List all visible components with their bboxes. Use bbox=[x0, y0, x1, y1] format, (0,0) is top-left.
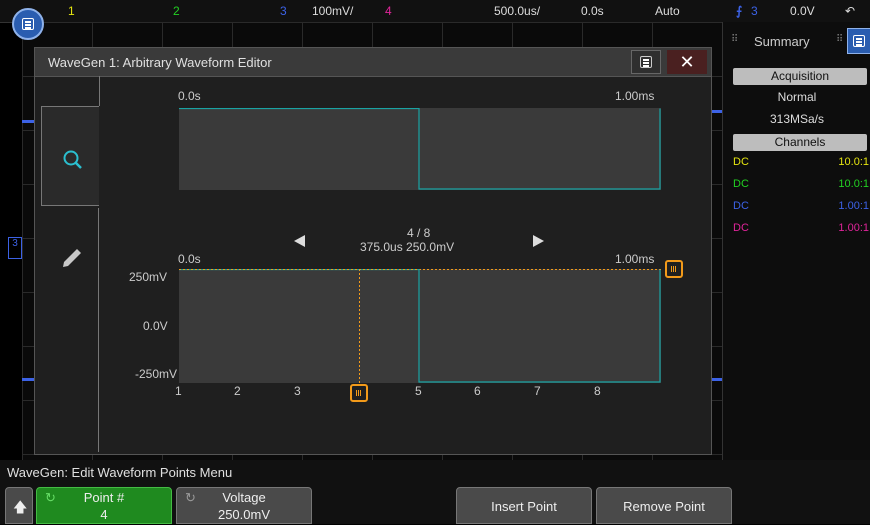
timebase[interactable]: 500.0us/ bbox=[494, 4, 540, 18]
channel-probe: 10.0:1 bbox=[838, 178, 869, 190]
softkey-label: Voltage bbox=[222, 490, 266, 505]
remove-point-button[interactable]: Remove Point bbox=[596, 487, 732, 524]
dialog-menu-button[interactable] bbox=[631, 50, 661, 74]
back-button[interactable]: 🡅 bbox=[5, 487, 33, 524]
dialog-titlebar: WaveGen 1: Arbitrary Waveform Editor ✕ bbox=[35, 48, 711, 77]
trigger-mode[interactable]: Auto bbox=[655, 4, 680, 18]
previous-point-icon[interactable] bbox=[293, 234, 307, 248]
voltage-softkey[interactable]: ↻ Voltage 250.0mV bbox=[176, 487, 312, 524]
point-number-softkey[interactable]: ↻ Point # 4 bbox=[36, 487, 172, 524]
acquisition-header: Acquisition bbox=[733, 68, 867, 85]
menu-icon bbox=[640, 56, 652, 68]
selected-point-handle[interactable] bbox=[350, 384, 368, 402]
overview-x-end: 1.00ms bbox=[615, 89, 655, 103]
grip-icon bbox=[356, 390, 362, 396]
channel-row-2: DC 10.0:1 bbox=[733, 178, 869, 190]
x-tick: 7 bbox=[534, 384, 541, 398]
overview-waveform bbox=[179, 108, 661, 190]
ch1-indicator[interactable]: 1 bbox=[68, 4, 75, 18]
panel-menu-button[interactable] bbox=[847, 28, 870, 54]
menu-title: WaveGen: Edit Waveform Points Menu bbox=[7, 465, 233, 480]
channel-row-3: DC 1.00:1 bbox=[733, 200, 869, 212]
x-tick: 5 bbox=[415, 384, 422, 398]
softkey-label: Point # bbox=[83, 490, 125, 505]
editor-x-start: 0.0s bbox=[178, 252, 201, 266]
editor-waveform bbox=[179, 269, 661, 383]
ch3-trace-left-low bbox=[22, 378, 34, 381]
x-tick: 8 bbox=[594, 384, 601, 398]
acquisition-mode: Normal bbox=[777, 90, 817, 104]
ch3-scale[interactable]: 100mV/ bbox=[312, 4, 353, 18]
softkey-value: 250.0mV bbox=[217, 507, 271, 522]
ch3-indicator[interactable]: 3 bbox=[280, 4, 287, 18]
pencil-icon bbox=[63, 249, 81, 267]
trigger-source[interactable]: 3 bbox=[751, 4, 758, 18]
main-menu-button[interactable] bbox=[12, 8, 44, 40]
drag-handle-icon[interactable]: ⠿ bbox=[836, 34, 843, 45]
magnifier-icon bbox=[63, 150, 82, 169]
x-tick: 3 bbox=[294, 384, 301, 398]
summary-tab[interactable]: Summary bbox=[754, 34, 810, 49]
ch4-indicator[interactable]: 4 bbox=[385, 4, 392, 18]
x-tick: 6 bbox=[474, 384, 481, 398]
channel-row-1: DC 10.0:1 bbox=[733, 156, 869, 168]
cursor-readout: 375.0us 250.0mV bbox=[360, 240, 455, 254]
y-label-top: 250mV bbox=[129, 270, 168, 284]
editor-x-end: 1.00ms bbox=[615, 252, 655, 266]
drag-handle-icon[interactable]: ⠿ bbox=[731, 34, 738, 45]
delay[interactable]: 0.0s bbox=[581, 4, 604, 18]
y-label-mid: 0.0V bbox=[143, 319, 168, 333]
channel-coupling: DC bbox=[733, 156, 749, 168]
x-tick: 1 bbox=[175, 384, 182, 398]
ch3-ground-marker[interactable]: 3 bbox=[8, 237, 22, 259]
ch2-indicator[interactable]: 2 bbox=[173, 4, 180, 18]
dialog-close-button[interactable]: ✕ bbox=[667, 50, 707, 74]
sample-rate: 313MSa/s bbox=[769, 112, 825, 126]
overview-x-start: 0.0s bbox=[178, 89, 201, 103]
grip-icon bbox=[671, 266, 677, 272]
dialog-title: WaveGen 1: Arbitrary Waveform Editor bbox=[48, 55, 272, 70]
summary-panel: ⠿ Summary ⠿ Acquisition Normal 313MSa/s … bbox=[722, 22, 870, 460]
channel-coupling: DC bbox=[733, 178, 749, 190]
arb-waveform-editor-dialog: WaveGen 1: Arbitrary Waveform Editor ✕ 0… bbox=[34, 47, 712, 455]
insert-point-button[interactable]: Insert Point bbox=[456, 487, 592, 524]
channel-coupling: DC bbox=[733, 222, 749, 234]
next-point-icon[interactable] bbox=[531, 234, 545, 248]
channel-probe: 1.00:1 bbox=[838, 222, 869, 234]
ch3-trace-right bbox=[712, 110, 722, 113]
channel-row-4: DC 1.00:1 bbox=[733, 222, 869, 234]
channel-probe: 10.0:1 bbox=[838, 156, 869, 168]
voltage-point-handle[interactable] bbox=[665, 260, 683, 278]
status-bar: 1 2 3 100mV/ 4 500.0us/ 0.0s Auto ⨍ 3 0.… bbox=[0, 0, 870, 33]
channels-header: Channels bbox=[733, 134, 867, 151]
x-tick: 2 bbox=[234, 384, 241, 398]
trigger-slope-icon: ⨍ bbox=[736, 4, 743, 18]
menu-icon bbox=[853, 35, 865, 47]
menu-icon bbox=[22, 18, 34, 30]
tab-divider bbox=[99, 76, 100, 106]
softkey-value: 4 bbox=[100, 507, 108, 522]
trigger-icon: ↶ bbox=[845, 4, 856, 18]
up-arrow-icon: 🡅 bbox=[13, 499, 28, 515]
channel-probe: 1.00:1 bbox=[838, 200, 869, 212]
point-counter: 4 / 8 bbox=[407, 226, 431, 240]
tab-edit[interactable] bbox=[41, 208, 99, 452]
trigger-level[interactable]: 0.0V bbox=[790, 4, 815, 18]
tab-zoom[interactable] bbox=[41, 106, 99, 206]
channel-coupling: DC bbox=[733, 200, 749, 212]
ch3-trace-left bbox=[22, 120, 34, 123]
y-label-bottom: -250mV bbox=[135, 367, 178, 381]
ch3-trace-right-low bbox=[712, 378, 722, 381]
